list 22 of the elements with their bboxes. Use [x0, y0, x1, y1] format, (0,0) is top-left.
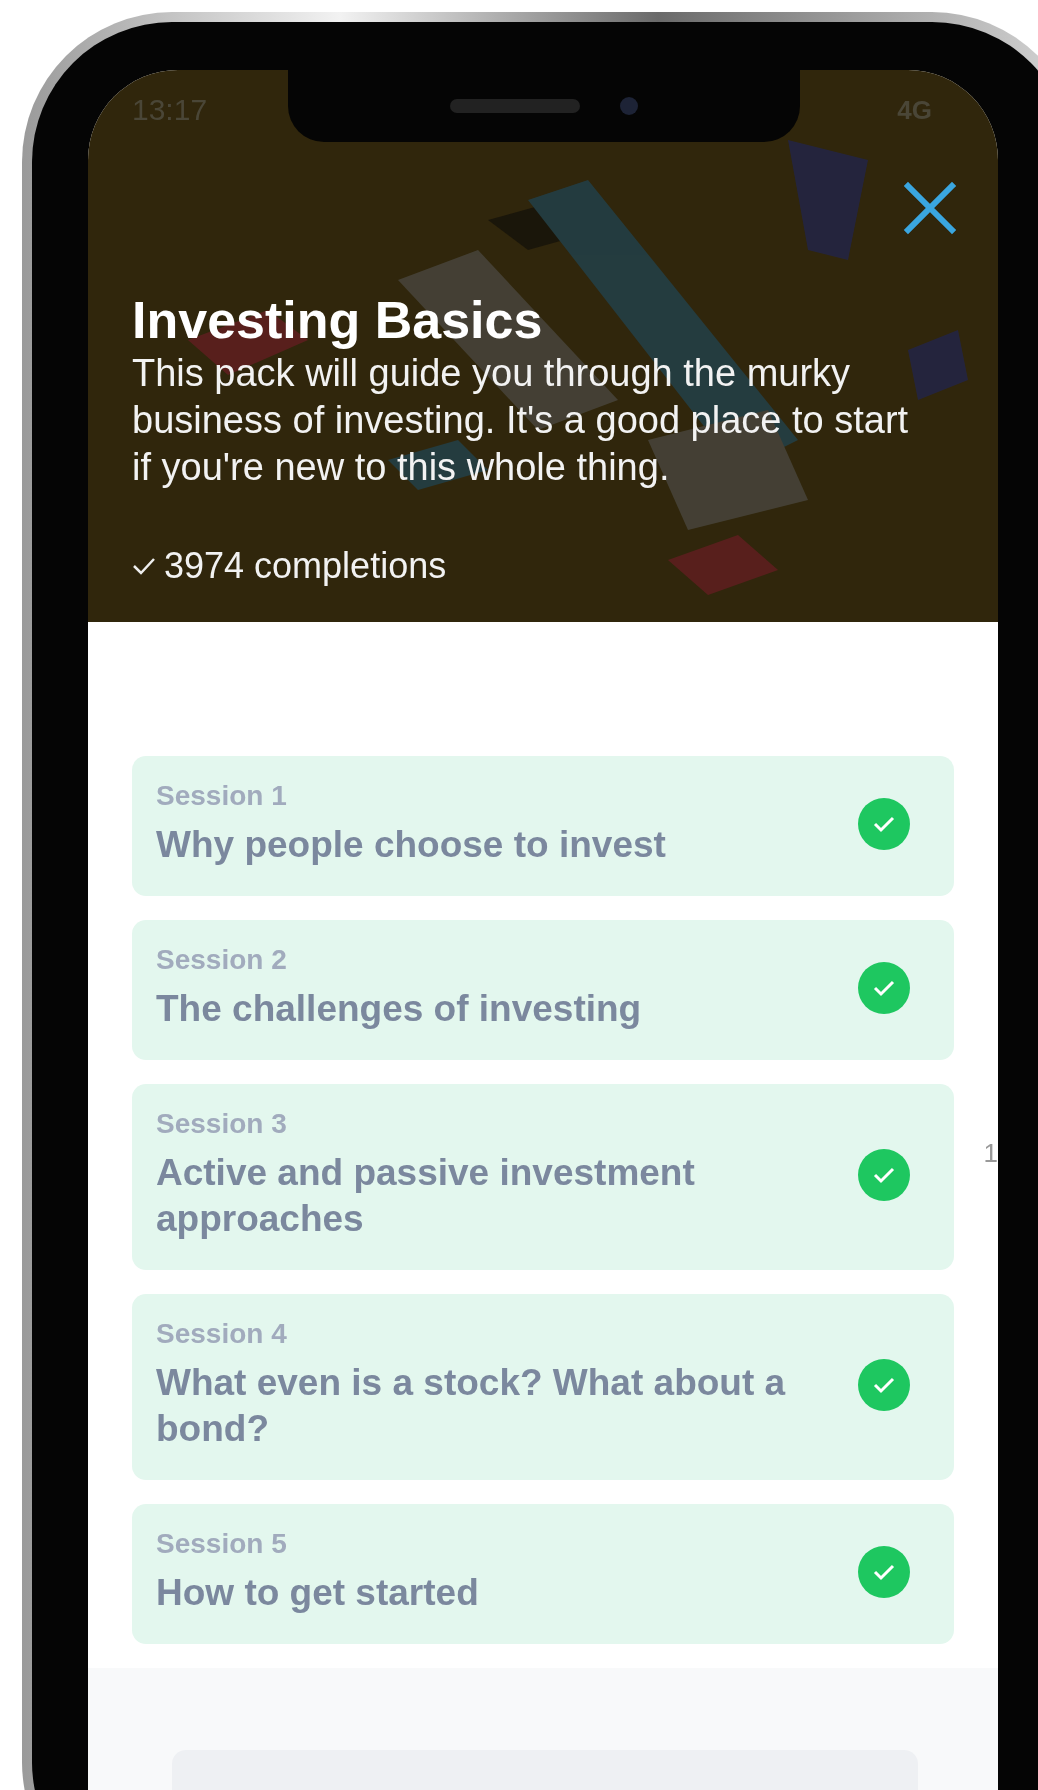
- session-card[interactable]: Session 2 The challenges of investing: [132, 920, 954, 1060]
- session-card[interactable]: Session 4 What even is a stock? What about a bond?: [132, 1294, 954, 1480]
- completions-count: 3974 completions: [164, 545, 447, 587]
- check-icon: [132, 556, 156, 576]
- session-label: Session 3: [156, 1108, 288, 1140]
- session-title: Why people choose to invest: [156, 823, 667, 867]
- session-card[interactable]: Session 1 Why people choose to invest: [132, 756, 954, 896]
- session-title: Active and passive investment approaches: [156, 1151, 696, 1241]
- close-button[interactable]: [902, 180, 958, 236]
- session-title: The challenges of investing: [156, 987, 643, 1031]
- edge-mark: 1: [983, 1138, 998, 1169]
- pack-title: Investing Basics: [132, 290, 544, 350]
- pack-description: This pack will guide you through the murky business of investing. It's a good place to start if you're new to this whole thing.: [132, 351, 910, 490]
- session-label: Session 1: [156, 780, 288, 812]
- session-title: What even is a stock? What about a bond?: [156, 1361, 787, 1451]
- session-title: How to get started: [156, 1571, 480, 1615]
- session-label: Session 2: [156, 944, 288, 976]
- session-label: Session 5: [156, 1528, 288, 1560]
- session-card[interactable]: Session 3 Active and passive investment approaches: [132, 1084, 954, 1270]
- session-label: Session 4: [156, 1318, 288, 1350]
- camera-lens: [620, 97, 638, 115]
- session-card[interactable]: Session 5 How to get started: [132, 1504, 954, 1644]
